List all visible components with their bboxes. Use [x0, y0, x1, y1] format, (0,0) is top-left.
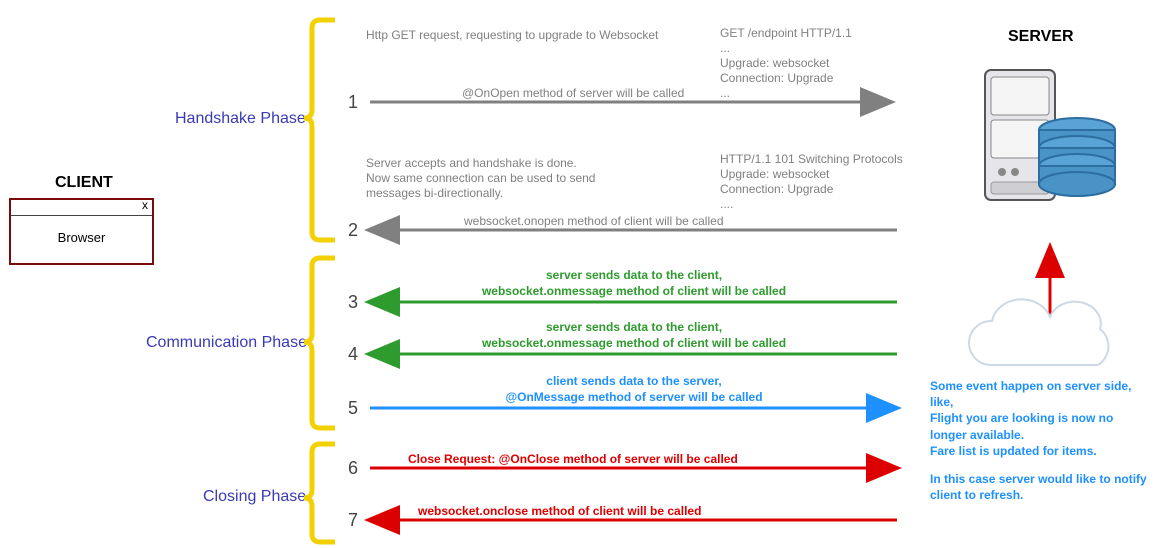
step-1-number: 1: [348, 92, 358, 113]
step-7-mid: websocket.onclose method of client will …: [418, 504, 701, 518]
server-icon: [985, 70, 1115, 200]
step-4-top: server sends data to the client,: [434, 320, 834, 334]
note-line4: In this case server would like to notify…: [930, 471, 1150, 503]
step-2-mid: websocket.onopen method of client will b…: [464, 214, 724, 229]
step-1-top: Http GET request, requesting to upgrade …: [366, 28, 658, 43]
bracket-communication: [304, 258, 335, 428]
note-line1: Some event happen on server side, like,: [930, 378, 1150, 410]
step-5-mid: @OnMessage method of server will be call…: [434, 390, 834, 404]
bracket-handshake: [304, 20, 335, 240]
step-5-top: client sends data to the server,: [434, 374, 834, 388]
step-1-headers: GET /endpoint HTTP/1.1 ... Upgrade: webs…: [720, 26, 852, 101]
step-2-headers: HTTP/1.1 101 Switching Protocols Upgrade…: [720, 152, 903, 212]
step-3-number: 3: [348, 292, 358, 313]
bracket-closing: [304, 444, 335, 542]
step-2-top: Server accepts and handshake is done. No…: [366, 156, 595, 201]
step-4-mid: websocket.onmessage method of client wil…: [434, 336, 834, 350]
server-title: SERVER: [1008, 28, 1074, 46]
step-5-number: 5: [348, 398, 358, 419]
step-3-mid: websocket.onmessage method of client wil…: [434, 284, 834, 298]
note-line2: Flight you are looking is now no longer …: [930, 410, 1150, 442]
step-6-mid: Close Request: @OnClose method of server…: [408, 452, 738, 466]
step-7-number: 7: [348, 510, 358, 531]
step-2-number: 2: [348, 220, 358, 241]
step-6-number: 6: [348, 458, 358, 479]
step-3-top: server sends data to the client,: [434, 268, 834, 282]
cloud-icon: [969, 299, 1108, 365]
step-4-number: 4: [348, 344, 358, 365]
note-line3: Fare list is updated for items.: [930, 443, 1150, 459]
step-1-mid: @OnOpen method of server will be called: [462, 86, 684, 101]
side-note: Some event happen on server side, like, …: [930, 378, 1150, 503]
